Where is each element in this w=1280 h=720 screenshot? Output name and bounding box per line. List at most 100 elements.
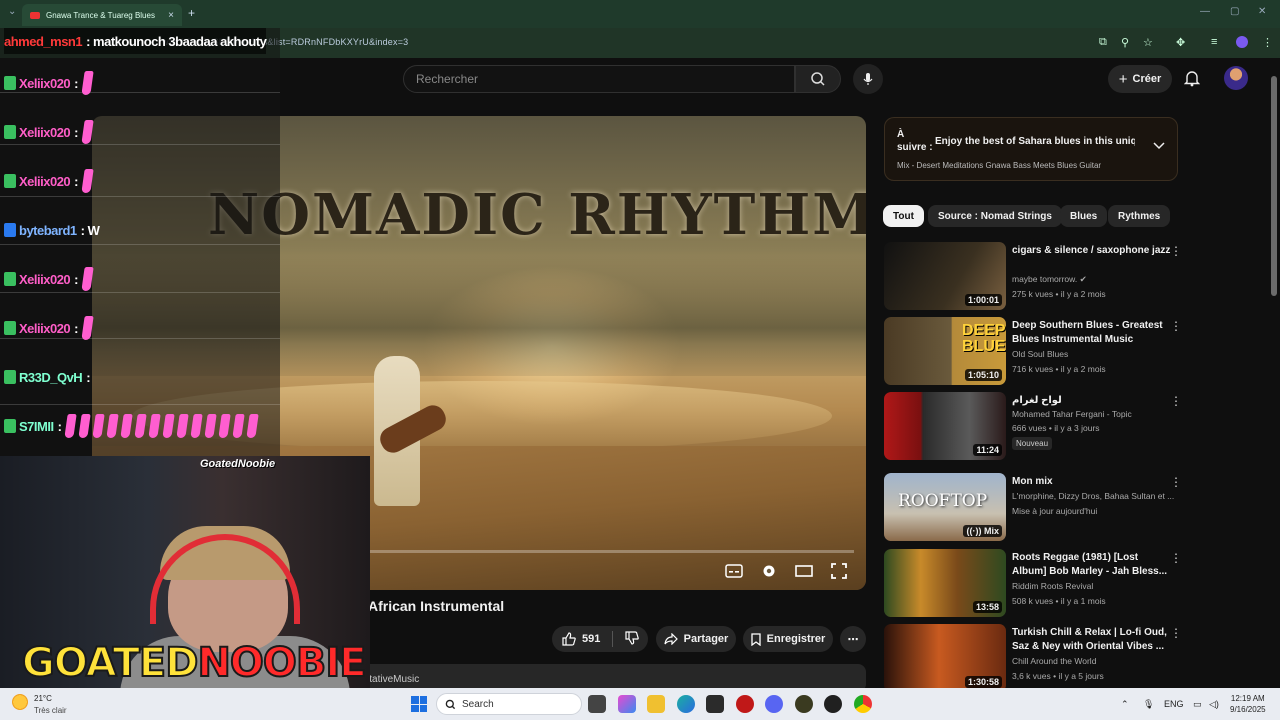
- edge-icon[interactable]: [677, 695, 695, 713]
- page-scrollbar[interactable]: [1271, 62, 1277, 682]
- media-control-icon[interactable]: ≡: [1211, 36, 1217, 48]
- window-close-icon[interactable]: ✕: [1258, 6, 1266, 17]
- app-icon-red[interactable]: [736, 695, 754, 713]
- task-view-icon[interactable]: [588, 695, 606, 713]
- windows-start-icon[interactable]: [411, 696, 427, 712]
- chip-source[interactable]: Source : Nomad Strings: [928, 205, 1062, 227]
- taskbar-search[interactable]: Search: [436, 693, 582, 715]
- copilot-icon[interactable]: [618, 695, 636, 713]
- search-button[interactable]: [795, 65, 841, 93]
- weather-description[interactable]: Très clair: [34, 706, 67, 715]
- like-button[interactable]: 591: [562, 632, 600, 646]
- recommendation-item[interactable]: 13:58 Roots Reggae (1981) [Lost Album] B…: [884, 549, 1184, 619]
- chip-blues[interactable]: Blues: [1060, 205, 1108, 227]
- more-vertical-icon[interactable]: ⋮: [1170, 394, 1182, 408]
- chat-username: R33D_QvH: [19, 369, 83, 385]
- new-tab-button[interactable]: +: [188, 6, 195, 20]
- keyboard-language[interactable]: ENG: [1164, 699, 1184, 709]
- recommendation-title[interactable]: لواح لغرام: [1012, 394, 1172, 408]
- zoom-icon[interactable]: ⚲: [1121, 36, 1129, 49]
- minimize-icon[interactable]: —: [1200, 6, 1210, 17]
- recommendation-thumbnail[interactable]: 1:30:58: [884, 624, 1006, 692]
- network-icon[interactable]: ▭: [1193, 699, 1202, 710]
- taskbar-clock[interactable]: 12:19 AM 9/16/2025: [1230, 693, 1266, 715]
- recommendation-thumbnail[interactable]: DEEP BLUES 1:05:10: [884, 317, 1006, 385]
- windows-taskbar: [0, 688, 1280, 720]
- chat-message: :: [57, 418, 62, 434]
- discord-icon[interactable]: [765, 695, 783, 713]
- plus-icon: +: [1118, 70, 1128, 88]
- notifications-button[interactable]: [1183, 69, 1201, 92]
- recommendation-item[interactable]: ROOFTOP ((·)) Mix Mon mix L'morphine, Di…: [884, 473, 1184, 543]
- app-icon-dark[interactable]: [795, 695, 813, 713]
- up-next-panel[interactable]: À suivre : Enjoy the best of Sahara blue…: [884, 117, 1178, 181]
- install-app-icon[interactable]: ⧉: [1099, 36, 1107, 49]
- chrome-icon[interactable]: [854, 695, 872, 713]
- recommendation-title[interactable]: Turkish Chill & Relax | Lo-fi Oud, Saz &…: [1012, 626, 1172, 654]
- subtitles-button[interactable]: [724, 562, 744, 580]
- recommendation-title[interactable]: Mon mix: [1012, 475, 1172, 489]
- account-avatar[interactable]: [1224, 66, 1248, 90]
- recommendation-item[interactable]: 1:00:01 cigars & silence / saxophone jaz…: [884, 242, 1184, 312]
- tab-list-icon[interactable]: ⌄: [8, 6, 16, 17]
- file-explorer-icon[interactable]: [647, 695, 665, 713]
- chip-all[interactable]: Tout: [883, 205, 924, 227]
- recommendation-item[interactable]: 11:24 لواح لغرام Mohamed Tahar Fergani -…: [884, 392, 1184, 462]
- recommendation-channel[interactable]: Mohamed Tahar Fergani - Topic: [1012, 409, 1132, 419]
- scrollbar-thumb[interactable]: [1271, 76, 1277, 296]
- volume-icon[interactable]: ◁): [1209, 699, 1219, 710]
- share-button[interactable]: Partager: [656, 626, 736, 652]
- save-button[interactable]: Enregistrer: [743, 626, 833, 652]
- tray-mic-icon[interactable]: 🎙: [1143, 699, 1154, 710]
- dislike-button[interactable]: [625, 630, 640, 648]
- recommendation-title[interactable]: Deep Southern Blues - Greatest Blues Ins…: [1012, 319, 1172, 347]
- more-vertical-icon[interactable]: ⋮: [1170, 626, 1182, 640]
- chat-message: :: [74, 173, 78, 189]
- chevron-down-icon[interactable]: [1153, 142, 1165, 150]
- tab-close-icon[interactable]: ×: [168, 10, 174, 21]
- chat-emote-icon: [78, 414, 92, 438]
- recommendation-channel[interactable]: Riddim Roots Revival: [1012, 581, 1093, 591]
- bookmark-star-icon[interactable]: ☆: [1143, 36, 1153, 49]
- weather-temperature[interactable]: 21°C: [34, 694, 52, 703]
- more-vertical-icon[interactable]: ⋮: [1170, 551, 1182, 565]
- fullscreen-button[interactable]: [829, 562, 849, 580]
- video-duration: 11:24: [973, 444, 1002, 456]
- more-actions-button[interactable]: ⋯: [840, 626, 866, 652]
- voice-search-button[interactable]: [853, 64, 883, 94]
- theater-mode-button[interactable]: [794, 562, 814, 580]
- weather-sun-icon[interactable]: [12, 694, 28, 710]
- chat-emote-icon: [120, 414, 134, 438]
- chip-rhythms[interactable]: Rythmes: [1108, 205, 1171, 227]
- store-icon[interactable]: [706, 695, 724, 713]
- chat-emote-icon: [148, 414, 162, 438]
- recommendation-item[interactable]: DEEP BLUES 1:05:10 Deep Southern Blues -…: [884, 317, 1184, 387]
- maximize-icon[interactable]: ▢: [1230, 6, 1239, 17]
- browser-tab[interactable]: Gnawa Trance & Tuareg Blues ×: [22, 4, 182, 26]
- recommendation-title[interactable]: cigars & silence / saxophone jazz: [1012, 244, 1172, 258]
- more-vertical-icon[interactable]: ⋮: [1170, 319, 1182, 333]
- extensions-icon[interactable]: ✥: [1176, 36, 1185, 49]
- recommendation-title[interactable]: Roots Reggae (1981) [Lost Album] Bob Mar…: [1012, 551, 1172, 579]
- recommendation-item[interactable]: 1:30:58 Turkish Chill & Relax | Lo-fi Ou…: [884, 624, 1184, 694]
- tray-expand-icon[interactable]: ⌃: [1121, 699, 1129, 710]
- obs-icon[interactable]: [824, 695, 842, 713]
- recommendation-channel[interactable]: Old Soul Blues: [1012, 349, 1068, 359]
- create-button[interactable]: + Créer: [1108, 65, 1172, 93]
- recommendation-thumbnail[interactable]: 13:58: [884, 549, 1006, 617]
- create-label: Créer: [1132, 73, 1162, 85]
- chat-line: Xeliix020:: [4, 266, 94, 292]
- more-vertical-icon[interactable]: ⋮: [1170, 475, 1182, 489]
- settings-button[interactable]: [759, 562, 779, 580]
- recommendation-thumbnail[interactable]: ROOFTOP ((·)) Mix: [884, 473, 1006, 541]
- browser-menu-icon[interactable]: ⋮: [1262, 36, 1273, 49]
- profile-icon[interactable]: [1236, 36, 1248, 48]
- recommendation-channel[interactable]: L'morphine, Dizzy Dros, Bahaa Sultan et …: [1012, 491, 1174, 501]
- logo-part-goated: GOATED: [21, 639, 199, 687]
- recommendation-thumbnail[interactable]: 11:24: [884, 392, 1006, 460]
- search-input[interactable]: Rechercher: [403, 65, 795, 93]
- recommendation-channel[interactable]: Chill Around the World: [1012, 656, 1096, 666]
- recommendation-thumbnail[interactable]: 1:00:01: [884, 242, 1006, 310]
- more-vertical-icon[interactable]: ⋮: [1170, 244, 1182, 258]
- recommendation-channel[interactable]: maybe tomorrow. ✔: [1012, 274, 1087, 285]
